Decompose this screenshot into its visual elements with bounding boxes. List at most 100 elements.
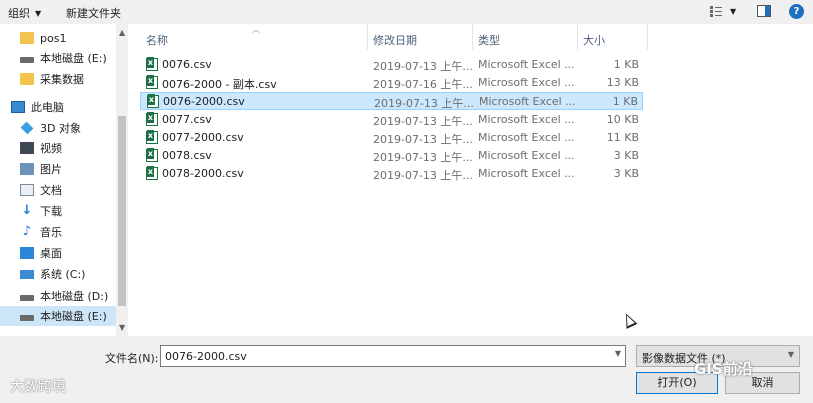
video-icon — [20, 142, 34, 154]
file-type: Microsoft Excel ... — [478, 113, 575, 126]
excel-file-icon — [146, 130, 158, 144]
nav-item-drive-d[interactable]: 本地磁盘 (D:) — [0, 286, 116, 306]
folder-icon — [20, 32, 34, 44]
nav-item-label: 桌面 — [40, 247, 62, 260]
nav-item-label: 本地磁盘 (E:) — [40, 310, 107, 323]
drive-icon — [20, 57, 34, 63]
view-options-dropdown-icon[interactable]: ▼ — [730, 7, 736, 23]
column-header-type[interactable]: 类型 — [473, 24, 578, 50]
nav-scrollbar[interactable]: ▲ ▼ — [116, 24, 128, 336]
drive-icon — [20, 295, 34, 301]
chevron-down-icon: ▼ — [787, 350, 794, 359]
file-row[interactable]: 0077-2000.csv 2019-07-13 上午... Microsoft… — [140, 129, 643, 147]
nav-item-label: 本地磁盘 (E:) — [40, 52, 107, 65]
file-type: Microsoft Excel ... — [479, 95, 576, 108]
nav-item-pos1[interactable]: pos1 — [0, 28, 116, 48]
nav-item-label: 下载 — [40, 205, 62, 218]
chevron-down-icon: ▼ — [35, 9, 42, 18]
scrollbar-thumb[interactable] — [118, 116, 126, 306]
drive-icon — [20, 315, 34, 321]
nav-item-label: 文档 — [40, 184, 62, 197]
file-type: Microsoft Excel ... — [478, 76, 575, 89]
file-size: 1 KB — [613, 58, 639, 71]
nav-item-documents[interactable]: 文档 — [0, 180, 116, 200]
file-date: 2019-07-13 上午... — [373, 151, 473, 164]
file-row[interactable]: 0078.csv 2019-07-13 上午... Microsoft Exce… — [140, 147, 643, 165]
filename-label: 文件名(N): — [105, 352, 159, 365]
nav-item-desktop[interactable]: 桌面 — [0, 243, 116, 263]
nav-item-label: 3D 对象 — [40, 122, 81, 135]
column-header-label: 名称 — [146, 34, 168, 47]
excel-file-icon — [146, 166, 158, 180]
preview-pane-icon[interactable] — [757, 4, 771, 20]
nav-item-drive-e[interactable]: 本地磁盘 (E:) — [0, 306, 116, 326]
file-size: 10 KB — [606, 113, 639, 126]
help-icon[interactable]: ? — [789, 4, 804, 19]
download-icon: ↓ — [21, 203, 33, 218]
file-row[interactable]: 0078-2000.csv 2019-07-13 上午... Microsoft… — [140, 165, 643, 183]
file-name: 0076-2000 - 副本.csv — [162, 78, 277, 91]
scroll-down-icon[interactable]: ▼ — [119, 323, 125, 332]
nav-item-system-c[interactable]: 系统 (C:) — [0, 264, 116, 284]
nav-item-label: 系统 (C:) — [40, 268, 86, 281]
toolbar: 组织 ▼ 新建文件夹 ▼ ? — [0, 0, 813, 24]
scroll-up-icon[interactable]: ▲ — [119, 28, 125, 37]
filename-input[interactable]: 0076-2000.csv ▼ — [160, 345, 626, 367]
file-row-selected[interactable]: 0076-2000.csv 2019-07-13 上午... Microsoft… — [140, 92, 643, 110]
file-date: 2019-07-13 上午... — [374, 97, 474, 110]
nav-item-label: pos1 — [40, 31, 67, 45]
file-type: Microsoft Excel ... — [478, 131, 575, 144]
nav-item-downloads[interactable]: ↓ 下载 — [0, 201, 116, 221]
file-size: 11 KB — [606, 131, 639, 144]
nav-item-3d-objects[interactable]: 3D 对象 — [0, 118, 116, 138]
file-row[interactable]: 0076-2000 - 副本.csv 2019-07-16 上午... Micr… — [140, 74, 643, 92]
view-options-icon[interactable] — [709, 4, 723, 20]
music-icon: ♪ — [22, 224, 32, 239]
watermark-left: 大数跨境 — [10, 379, 66, 395]
computer-icon — [11, 101, 25, 113]
file-date: 2019-07-16 上午... — [373, 78, 473, 91]
new-folder-button[interactable]: 新建文件夹 — [66, 5, 121, 21]
excel-file-icon — [146, 112, 158, 126]
column-header-date[interactable]: 修改日期 — [368, 24, 473, 50]
chevron-down-icon[interactable]: ▼ — [615, 349, 621, 358]
excel-file-icon — [147, 94, 159, 108]
column-header-size[interactable]: 大小 — [578, 24, 648, 50]
file-date: 2019-07-13 上午... — [373, 133, 473, 146]
documents-icon — [20, 184, 34, 196]
organize-button[interactable]: 组织 ▼ — [8, 5, 41, 21]
nav-item-label: 本地磁盘 (D:) — [40, 290, 109, 303]
filename-value: 0076-2000.csv — [165, 350, 247, 363]
excel-file-icon — [146, 57, 158, 71]
file-type: Microsoft Excel ... — [478, 167, 575, 180]
organize-label: 组织 — [8, 7, 30, 20]
column-header-label: 修改日期 — [373, 34, 417, 47]
nav-item-pictures[interactable]: 图片 — [0, 159, 116, 179]
nav-item-label: 音乐 — [40, 226, 62, 239]
3d-objects-icon — [20, 121, 34, 135]
desktop-icon — [20, 247, 34, 259]
column-header-name[interactable]: 名称 — [128, 24, 368, 50]
file-row[interactable]: 0077.csv 2019-07-13 上午... Microsoft Exce… — [140, 111, 643, 129]
file-row[interactable]: 0076.csv 2019-07-13 上午... Microsoft Exce… — [140, 56, 643, 74]
bottom-bar: 文件名(N): 0076-2000.csv ▼ 影像数据文件 (*) ▼ 打开(… — [0, 336, 813, 403]
file-type: Microsoft Excel ... — [478, 149, 575, 162]
nav-item-drive-e-top[interactable]: 本地磁盘 (E:) — [0, 48, 116, 68]
file-name: 0076-2000.csv — [163, 95, 245, 108]
column-header-label: 大小 — [583, 34, 605, 47]
nav-item-this-pc[interactable]: 此电脑 — [0, 97, 116, 117]
nav-item-label: 采集数据 — [40, 73, 84, 86]
nav-item-collected-data[interactable]: 采集数据 — [0, 69, 116, 89]
nav-item-label: 此电脑 — [31, 101, 64, 114]
pictures-icon — [20, 163, 34, 175]
file-size: 1 KB — [612, 95, 638, 108]
file-list: ︿ 名称 修改日期 类型 大小 0076.csv 2019-07-13 上午..… — [128, 24, 813, 336]
folder-icon — [20, 73, 34, 85]
file-size: 13 KB — [606, 76, 639, 89]
nav-item-videos[interactable]: 视频 — [0, 138, 116, 158]
nav-item-label: 视频 — [40, 142, 62, 155]
nav-item-label: 图片 — [40, 163, 62, 176]
system-drive-icon — [20, 269, 34, 279]
file-type: Microsoft Excel ... — [478, 58, 575, 71]
nav-item-music[interactable]: ♪ 音乐 — [0, 222, 116, 242]
